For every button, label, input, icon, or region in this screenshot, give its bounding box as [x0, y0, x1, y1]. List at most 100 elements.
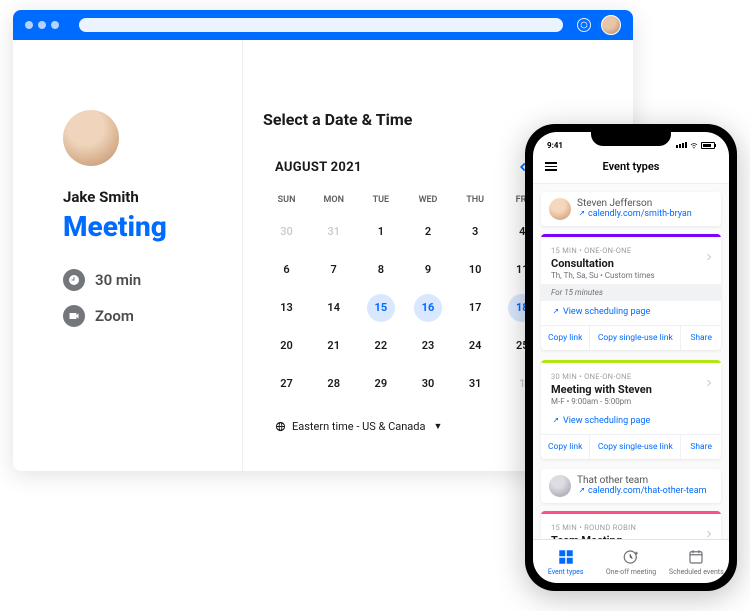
calendar-day[interactable]: 29 — [367, 370, 395, 398]
calendar-day[interactable]: 10 — [461, 256, 489, 284]
user-avatar — [549, 198, 571, 220]
calendar-day: 31 — [320, 218, 348, 246]
event-name: Meeting with Steven — [551, 383, 711, 396]
calendar-day[interactable]: 9 — [414, 256, 442, 284]
event-name: Consultation — [551, 257, 711, 270]
card-actions: Copy linkCopy single-use linkShare — [541, 325, 721, 350]
action-2[interactable]: Share — [681, 326, 721, 350]
globe-icon — [275, 421, 286, 432]
event-name: Team Meeting — [551, 534, 711, 539]
window-controls[interactable] — [25, 21, 59, 29]
screen-title: Event types — [545, 160, 717, 173]
day-of-week: SUN — [263, 187, 310, 213]
location-label: Zoom — [95, 307, 134, 325]
user-link[interactable]: calendly.com/smith-bryan — [577, 209, 692, 219]
action-0[interactable]: Copy link — [541, 326, 590, 350]
duration-row: 30 min — [63, 269, 232, 291]
calendar-day[interactable]: 13 — [273, 294, 301, 322]
host-name: Jake Smith — [63, 188, 232, 206]
user-identity-card[interactable]: Steven Jefferson calendly.com/smith-brya… — [541, 192, 721, 226]
day-of-week: WED — [404, 187, 451, 213]
calendar-day[interactable]: 22 — [367, 332, 395, 360]
card-actions: Copy linkCopy single-use linkShare — [541, 434, 721, 459]
calendar-day[interactable]: 16 — [414, 294, 442, 322]
video-icon — [63, 305, 85, 327]
chevron-right-icon — [703, 528, 715, 539]
calendar-day[interactable]: 6 — [273, 256, 301, 284]
view-scheduling-link[interactable]: View scheduling page — [541, 410, 721, 434]
calendar-day[interactable]: 3 — [461, 218, 489, 246]
calendar-day[interactable]: 8 — [367, 256, 395, 284]
bottom-tab-bar: Event types One-off meeting Scheduled ev… — [533, 539, 729, 583]
calendar-day[interactable]: 1 — [367, 218, 395, 246]
grid-icon — [557, 548, 575, 566]
calendar-day[interactable]: 31 — [461, 370, 489, 398]
calendar-day[interactable]: 14 — [320, 294, 348, 322]
action-0[interactable]: Copy link — [541, 435, 590, 459]
event-schedule: Th, Th, Sa, Su • Custom times — [551, 271, 711, 280]
event-types-list[interactable]: Steven Jefferson calendly.com/smith-brya… — [533, 184, 729, 539]
month-label: AUGUST 2021 — [275, 160, 362, 175]
day-of-week: TUE — [357, 187, 404, 213]
team-name: That other team — [577, 475, 707, 486]
team-link[interactable]: calendly.com/that-other-team — [577, 486, 707, 496]
day-of-week: MON — [310, 187, 357, 213]
battery-icon — [701, 142, 715, 149]
tab-scheduled[interactable]: Scheduled events — [664, 540, 729, 583]
mobile-device-frame: 9:41 Event types Steven Jefferson calend… — [525, 124, 737, 591]
signal-icon — [676, 142, 687, 148]
team-identity-card[interactable]: That other team calendly.com/that-other-… — [541, 469, 721, 503]
event-type-card[interactable]: 15 MIN • ONE-ON-ONE ConsultationTh, Th, S… — [541, 234, 721, 350]
calendar-day[interactable]: 27 — [273, 370, 301, 398]
status-time: 9:41 — [547, 141, 563, 150]
event-details-pane: Jake Smith Meeting 30 min Zoom — [13, 40, 243, 471]
clock-icon — [63, 269, 85, 291]
calendar-day[interactable]: 21 — [320, 332, 348, 360]
event-note: For 15 minutes — [541, 284, 721, 301]
calendar-day[interactable]: 15 — [367, 294, 395, 322]
event-type-card[interactable]: 30 MIN • ONE-ON-ONE Meeting with StevenM-… — [541, 360, 721, 459]
calendar-day[interactable]: 20 — [273, 332, 301, 360]
host-avatar — [63, 110, 119, 166]
titlebar — [13, 10, 633, 40]
profile-avatar-icon[interactable] — [601, 15, 621, 35]
timezone-label: Eastern time - US & Canada — [292, 420, 425, 433]
event-meta: 15 MIN • ONE-ON-ONE — [551, 246, 711, 255]
team-avatar — [549, 475, 571, 497]
tab-one-off[interactable]: One-off meeting — [598, 540, 663, 583]
status-bar: 9:41 — [533, 132, 729, 154]
event-title: Meeting — [63, 210, 232, 243]
calendar-day[interactable]: 30 — [414, 370, 442, 398]
event-meta: 30 MIN • ONE-ON-ONE — [551, 372, 711, 381]
external-link-icon — [551, 308, 559, 316]
calendar-day: 30 — [273, 218, 301, 246]
action-2[interactable]: Share — [681, 435, 721, 459]
event-meta: 15 MIN • ROUND ROBIN — [551, 523, 711, 532]
event-type-card[interactable]: 15 MIN • ROUND ROBIN Team Meeting — [541, 511, 721, 539]
app-header: Event types — [533, 154, 729, 184]
calendar-day[interactable]: 28 — [320, 370, 348, 398]
external-link-icon — [551, 417, 559, 425]
calendar-day[interactable]: 17 — [461, 294, 489, 322]
calendar-day[interactable]: 23 — [414, 332, 442, 360]
calendar-day[interactable]: 7 — [320, 256, 348, 284]
location-row: Zoom — [63, 305, 232, 327]
extension-icon[interactable] — [577, 18, 591, 32]
action-1[interactable]: Copy single-use link — [590, 435, 681, 459]
view-scheduling-link[interactable]: View scheduling page — [541, 301, 721, 325]
external-link-icon — [577, 487, 585, 495]
calendar-icon — [687, 548, 705, 566]
action-1[interactable]: Copy single-use link — [590, 326, 681, 350]
user-name: Steven Jefferson — [577, 198, 692, 209]
chevron-right-icon — [703, 377, 715, 389]
event-schedule: M-F • 9:00am - 5:00pm — [551, 397, 711, 406]
day-of-week: THU — [452, 187, 499, 213]
external-link-icon — [577, 210, 585, 218]
wifi-icon — [690, 141, 698, 149]
address-bar[interactable] — [79, 18, 563, 32]
tab-event-types[interactable]: Event types — [533, 540, 598, 583]
calendar-day[interactable]: 24 — [461, 332, 489, 360]
calendar-day[interactable]: 2 — [414, 218, 442, 246]
clock-plus-icon — [622, 548, 640, 566]
duration-label: 30 min — [95, 271, 141, 289]
